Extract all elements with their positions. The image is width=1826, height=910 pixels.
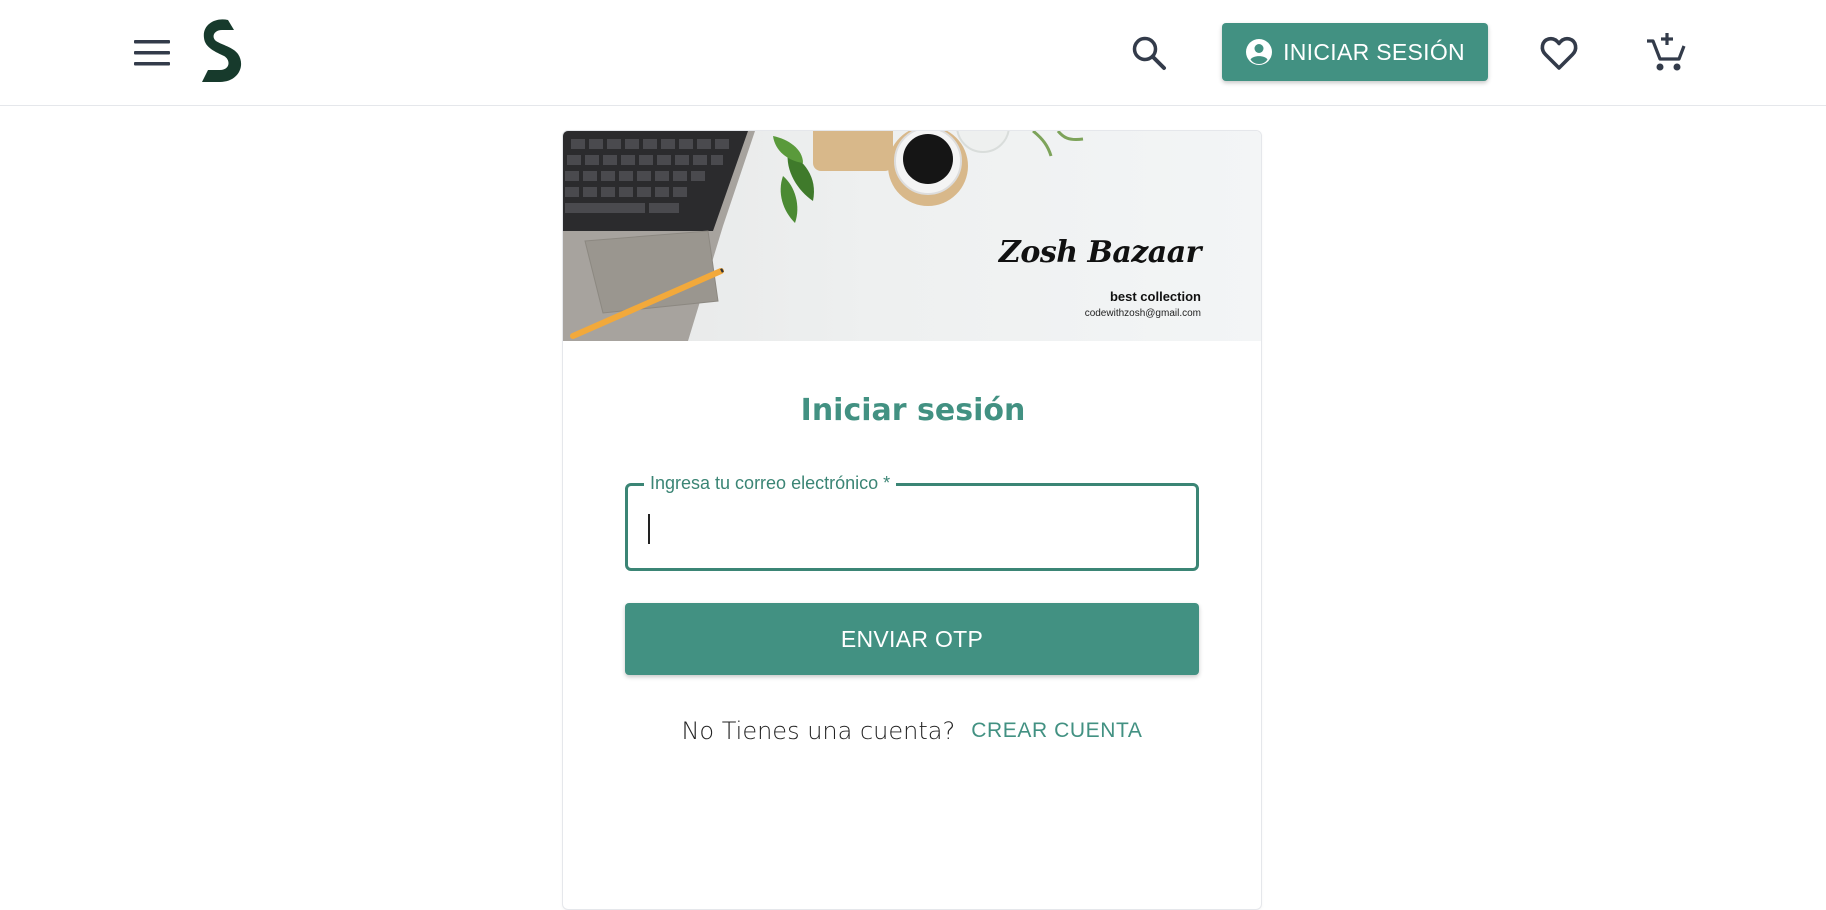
banner-brand-name: Zosh Bazaar	[998, 235, 1202, 270]
top-navbar: INICIAR SESIÓN	[0, 0, 1826, 106]
search-button[interactable]	[1124, 28, 1174, 78]
brand-logo[interactable]	[198, 18, 244, 84]
login-button[interactable]: INICIAR SESIÓN	[1222, 23, 1488, 81]
search-icon	[1132, 36, 1166, 70]
email-field[interactable]: Ingresa tu correo electrónico *	[625, 472, 1199, 571]
text-cursor	[648, 514, 650, 544]
heart-icon	[1540, 36, 1578, 70]
create-account-link[interactable]: CREAR CUENTA	[969, 715, 1144, 747]
favorites-button[interactable]	[1534, 28, 1584, 78]
account-circle-icon	[1246, 39, 1273, 65]
email-input[interactable]	[646, 502, 1176, 552]
brand-banner: Zosh Bazaar best collection codewithzosh…	[563, 131, 1261, 341]
banner-email: codewithzosh@gmail.com	[1084, 308, 1201, 319]
menu-button[interactable]	[130, 30, 176, 76]
send-otp-button[interactable]: ENVIAR OTP	[625, 603, 1199, 675]
signup-prompt: No Tienes una cuenta?	[681, 717, 956, 745]
cart-button[interactable]	[1640, 26, 1692, 78]
email-field-label: Ingresa tu correo electrónico *	[644, 472, 897, 494]
banner-tagline: best collection	[1109, 289, 1201, 304]
signup-row: No Tienes una cuenta? CREAR CUENTA	[563, 715, 1261, 747]
login-card: Zosh Bazaar best collection codewithzosh…	[562, 130, 1262, 910]
brand-s-logo-icon	[202, 19, 242, 82]
menu-icon	[134, 40, 170, 66]
page-title: Iniciar sesión	[800, 393, 1026, 428]
login-button-label: INICIAR SESIÓN	[1283, 38, 1465, 65]
add-shopping-cart-icon	[1647, 33, 1686, 71]
